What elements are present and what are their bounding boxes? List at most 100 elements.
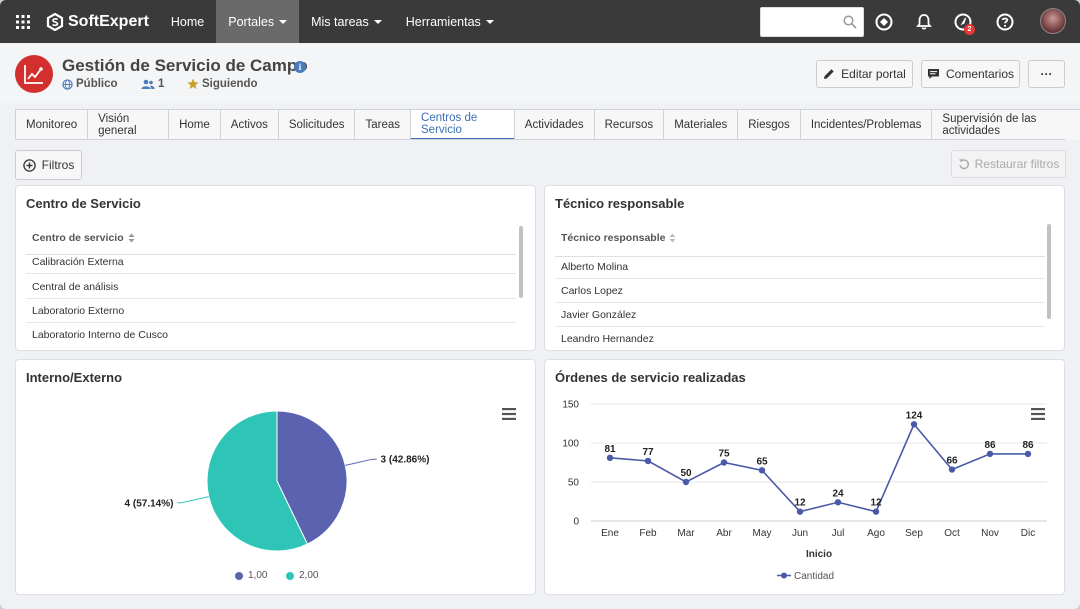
x-tick-label: May (753, 528, 772, 539)
data-label: 77 (642, 447, 654, 458)
pie-label-connector (345, 458, 377, 466)
data-point[interactable] (682, 478, 690, 486)
sort-icon[interactable] (128, 233, 135, 243)
data-label: 24 (832, 488, 844, 499)
tab-incidentes-problemas[interactable]: Incidentes/Problemas (799, 109, 933, 140)
user-avatar[interactable] (1040, 8, 1066, 34)
star-icon (187, 78, 199, 89)
table-row[interactable]: Alberto Molina (555, 255, 1045, 279)
softexpert-logo[interactable]: SoftExpert (46, 0, 149, 43)
edit-portal-button[interactable]: Editar portal (816, 60, 913, 88)
caret-down-icon (485, 19, 494, 24)
tab-actividades[interactable]: Actividades (513, 109, 595, 140)
tab-supervisión-de-las-actividades[interactable]: Supervisión de las actividades (931, 109, 1080, 140)
column-header-technician[interactable]: Técnico responsable (561, 232, 676, 244)
x-tick-label: Ene (601, 528, 619, 539)
comments-button[interactable]: Comentarios (921, 60, 1020, 88)
brand-name: SoftExpert (68, 12, 149, 30)
legend-label: 2,00 (299, 570, 319, 581)
pie-data-label: 3 (42.86%) (381, 455, 430, 466)
page-title: Gestión de Servicio de Campo (62, 56, 308, 75)
tab-activos[interactable]: Activos (219, 109, 279, 140)
legend-dot (286, 571, 294, 580)
legend-item-1[interactable]: 1,00 (235, 570, 267, 581)
filters-button[interactable]: Filtros (15, 150, 82, 180)
x-axis-label: Inicio (806, 549, 832, 560)
table-row[interactable]: Leandro Hernandez (555, 327, 1045, 351)
column-header-label: Centro de servicio (32, 232, 124, 244)
nav-mis-tareas-label: Mis tareas (311, 14, 369, 29)
data-point[interactable] (948, 466, 956, 473)
data-point[interactable] (796, 508, 804, 515)
bell-icon[interactable] (914, 12, 934, 32)
legend-item-cantidad[interactable]: Cantidad (777, 571, 834, 582)
tab-centros-de-servicio[interactable]: Centros de Servicio (410, 109, 515, 140)
table-row[interactable]: Central de análisis (26, 275, 516, 299)
data-label: 124 (906, 410, 923, 421)
add-circle-icon[interactable] (874, 12, 894, 32)
x-tick-label: Oct (944, 528, 960, 539)
nav-herramientas[interactable]: Herramientas (394, 0, 506, 43)
data-point[interactable] (758, 467, 766, 474)
data-point[interactable] (834, 499, 842, 506)
data-point[interactable] (986, 450, 994, 458)
x-tick-label: Mar (677, 528, 695, 539)
data-point[interactable] (910, 421, 918, 428)
portal-chart-icon (15, 55, 53, 93)
tab-solicitudes[interactable]: Solicitudes (277, 109, 356, 140)
data-point[interactable] (720, 459, 728, 466)
search-input[interactable] (760, 7, 864, 37)
edit-portal-label: Editar portal (841, 67, 906, 81)
tab-riesgos[interactable]: Riesgos (737, 109, 801, 140)
series-line (609, 422, 1028, 513)
nav-home-label: Home (170, 14, 205, 29)
visibility-label: Público (76, 78, 118, 90)
cell-technician: Alberto Molina (561, 260, 629, 273)
scrollbar[interactable] (1047, 224, 1051, 319)
cell-service-center: Laboratorio Externo (32, 304, 125, 317)
restore-filters-button[interactable]: Restaurar filtros (951, 150, 1066, 178)
panel-title: Técnico responsable (555, 196, 685, 211)
pie-label-connector (177, 496, 209, 504)
tab-visión-general[interactable]: Visión general (87, 109, 170, 140)
nav-portales[interactable]: Portales (216, 0, 300, 43)
table-row[interactable]: Laboratorio Interno de Cusco (26, 323, 516, 347)
help-icon[interactable] (995, 12, 1015, 32)
follow-toggle[interactable]: Siguiendo (187, 78, 258, 90)
data-point[interactable] (606, 454, 614, 462)
apps-grid-icon[interactable] (8, 0, 38, 43)
cell-service-center: Laboratorio Interno de Cusco (32, 329, 169, 341)
more-options-button[interactable]: ··· (1028, 60, 1065, 88)
caret-down-icon (279, 19, 288, 24)
tab-tareas[interactable]: Tareas (354, 109, 412, 140)
tab-recursos[interactable]: Recursos (593, 109, 665, 140)
data-label: 86 (1022, 440, 1034, 451)
following-label: Siguiendo (202, 78, 258, 90)
tab-home[interactable]: Home (168, 109, 221, 140)
logo-mark-icon (46, 12, 64, 31)
data-point[interactable] (872, 508, 880, 515)
table-row[interactable]: Calibración Externa (26, 250, 516, 274)
tab-materiales[interactable]: Materiales (663, 109, 739, 140)
legend-dot (235, 571, 243, 580)
sort-icon[interactable] (669, 233, 676, 243)
data-point[interactable] (644, 457, 652, 465)
table-row[interactable]: Javier González (555, 303, 1045, 327)
members-count[interactable]: 1 (141, 78, 164, 90)
app-window: SoftExpert Home Portales Mis tareas Herr… (0, 0, 1080, 609)
notification-badge: 2 (964, 24, 975, 35)
table-row[interactable]: Carlos Lopez (555, 279, 1045, 303)
y-tick-label: 150 (562, 400, 579, 411)
scrollbar[interactable] (519, 226, 523, 298)
data-point[interactable] (1024, 450, 1032, 458)
info-icon[interactable]: i (294, 61, 306, 73)
data-label: 86 (984, 440, 996, 451)
search-icon[interactable] (843, 15, 857, 29)
nav-herramientas-label: Herramientas (405, 14, 481, 29)
legend-item-2[interactable]: 2,00 (286, 570, 318, 581)
tab-monitoreo[interactable]: Monitoreo (15, 109, 89, 140)
nav-home[interactable]: Home (159, 0, 216, 43)
nav-mis-tareas[interactable]: Mis tareas (299, 0, 394, 43)
table-row[interactable]: Laboratorio Externo (26, 299, 516, 323)
column-header-service-center[interactable]: Centro de servicio (32, 232, 135, 244)
